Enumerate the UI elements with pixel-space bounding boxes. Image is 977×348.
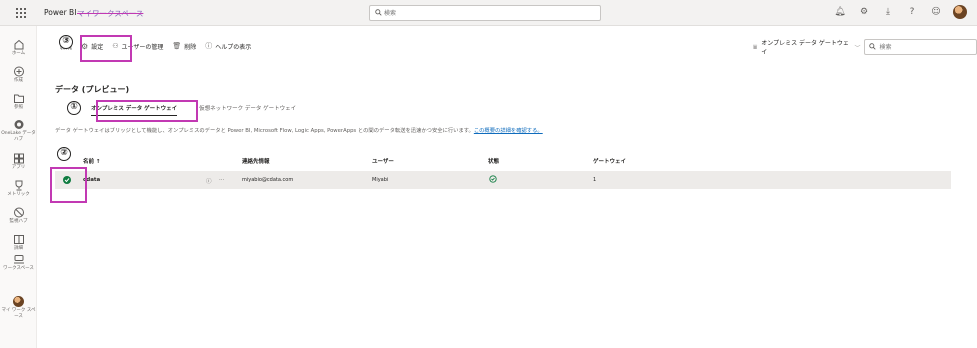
gateway-type-dropdown[interactable]: オンプレミス データ ゲートウェイ — [761, 38, 850, 56]
global-search-input[interactable] — [384, 8, 584, 18]
nav-apps[interactable]: アプリ — [0, 153, 37, 171]
toolbar-right: ⩸ オンプレミス データ ゲートウェイ ﹀ — [753, 38, 977, 56]
help-button-label: ヘルプの表示 — [215, 43, 252, 51]
chevron-down-icon[interactable]: ﹀ — [854, 43, 860, 52]
help-button[interactable]: ⓘ ヘルプの表示 — [205, 41, 251, 51]
nav-apps-label: アプリ — [11, 165, 26, 170]
nav-monitor-label: 監視ハブ — [9, 219, 28, 224]
notifications-icon[interactable]: 🔔︎ — [833, 5, 847, 19]
column-header-contact[interactable]: 連絡先情報 — [242, 157, 270, 165]
column-header-status[interactable]: 状態 — [488, 157, 499, 165]
row-gateway: 1 — [593, 177, 597, 183]
nav-metrics-label: メトリック — [7, 192, 30, 197]
nav-monitor[interactable]: 監視ハブ — [0, 207, 37, 225]
top-bar: Power BI マイワークスペース 🔔︎ ⚙︎ ⤓ ? ☺ — [0, 0, 977, 26]
delete-button-label: 削除 — [184, 43, 197, 51]
annotation-highlight-tab — [96, 100, 198, 122]
help-icon[interactable]: ? — [905, 5, 919, 19]
nav-workspaces-label: ワークスペース — [3, 266, 34, 271]
search-icon — [869, 43, 877, 50]
global-search-box[interactable] — [369, 5, 601, 21]
nav-onelake-label: OneLake データ ハブ — [1, 131, 36, 142]
filter-icon: ⩸ — [753, 42, 758, 51]
metrics-icon — [15, 180, 22, 191]
column-header-name[interactable]: 名前 ↑ — [83, 157, 101, 165]
nav-metrics[interactable]: メトリック — [0, 180, 37, 198]
learn-more-link[interactable]: この概要の詳細を確認する。 — [474, 128, 543, 134]
row-user: Miyabi — [372, 177, 389, 183]
table-search-box[interactable] — [864, 39, 977, 55]
brand-name[interactable]: Power BI — [44, 8, 76, 17]
monitor-icon — [13, 207, 24, 218]
download-icon[interactable]: ⤓ — [881, 5, 895, 19]
nav-my-workspace-label: マイ ワーク スペース — [1, 308, 36, 319]
nav-browse-label: 参照 — [14, 105, 23, 110]
home-icon — [14, 39, 23, 50]
row-more-options-icon[interactable]: ··· — [219, 177, 224, 183]
annotation-number-one: ① — [67, 101, 81, 115]
help-circle-icon: ⓘ — [205, 42, 213, 50]
table-search-input[interactable] — [879, 42, 977, 52]
column-header-user[interactable]: ユーザー — [372, 157, 394, 165]
nav-browse[interactable]: 参照 — [0, 93, 37, 111]
annotation-highlight-row-check — [50, 167, 87, 203]
nav-home-label: ホーム — [11, 51, 26, 56]
settings-gear-icon[interactable]: ⚙︎ — [857, 5, 871, 19]
nav-create[interactable]: 作成 — [0, 66, 37, 84]
workspaces-icon — [13, 255, 24, 264]
row-contact: miyabio@cdata.com — [242, 177, 294, 183]
more-icon — [13, 235, 24, 244]
nav-workspaces[interactable]: ワークスペース — [0, 254, 37, 272]
annotation-number-two: ② — [57, 147, 71, 161]
search-icon — [375, 9, 382, 16]
trash-icon: 🗑︎ — [172, 42, 182, 50]
nav-create-label: 作成 — [14, 78, 23, 83]
nav-more-label: 詳細 — [14, 246, 23, 251]
delete-button[interactable]: 🗑︎ 削除 — [172, 42, 196, 51]
create-icon — [13, 66, 24, 77]
annotation-highlight-settings — [80, 35, 132, 62]
user-avatar[interactable] — [953, 5, 967, 19]
left-nav: ホーム 作成 参照 OneLake データ ハブ アプリ メトリック 監視ハブ … — [0, 26, 37, 348]
nav-onelake[interactable]: OneLake データ ハブ — [0, 119, 37, 142]
page-title: データ (プレビュー) — [55, 85, 130, 94]
feedback-smiley-icon[interactable]: ☺ — [929, 5, 943, 19]
app-launcher-icon[interactable] — [13, 6, 29, 20]
column-header-gateway[interactable]: ゲートウェイ — [593, 157, 626, 165]
tab-vnet-gateway[interactable]: 仮想ネットワーク データ ゲートウェイ — [199, 104, 296, 116]
onelake-icon — [14, 120, 23, 129]
browse-icon — [13, 94, 24, 103]
my-workspace-avatar — [13, 296, 24, 307]
apps-icon — [13, 153, 24, 164]
table-row[interactable]: cdata ⓘ ··· miyabio@cdata.com Miyabi 1 — [55, 171, 951, 189]
breadcrumb-workspace[interactable]: マイワークスペース — [77, 8, 143, 19]
row-info-icon[interactable]: ⓘ — [206, 177, 212, 185]
nav-home[interactable]: ホーム — [0, 39, 37, 57]
nav-more[interactable]: 詳細 — [0, 234, 37, 252]
table-header: 名前 ↑ 連絡先情報 ユーザー 状態 ゲートウェイ — [55, 155, 951, 167]
annotation-number-three: ③ — [59, 35, 73, 49]
nav-my-workspace[interactable]: マイ ワーク スペース — [0, 296, 37, 319]
row-status-icon — [489, 175, 497, 185]
description-text: データ ゲートウェイはブリッジとして機能し、オンプレミスのデータと Power … — [55, 128, 474, 134]
page-description: データ ゲートウェイはブリッジとして機能し、オンプレミスのデータと Power … — [55, 126, 543, 134]
